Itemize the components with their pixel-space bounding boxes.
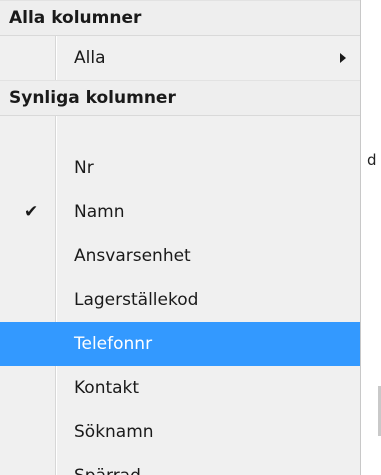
menu-item-soknamn[interactable]: Söknamn [0, 410, 360, 454]
checkmark-icon: ✔ [24, 202, 39, 222]
menu-item-lagerstallekod[interactable]: Lagerställekod [0, 278, 360, 322]
menu-item-label: Söknamn [74, 422, 154, 442]
menu-item-label: Ansvarsenhet [74, 246, 191, 266]
menu-item-telefonnr[interactable]: Telefonnr [0, 322, 360, 366]
section-header-visible-columns: Synliga kolumner [0, 80, 360, 116]
submenu-arrow-icon [340, 53, 346, 63]
menu-item-kontakt[interactable]: Kontakt [0, 366, 360, 410]
menu-item-label: Spärrad [74, 454, 141, 475]
menu-item-label: Telefonnr [74, 334, 153, 354]
menu-item-ansvarsenhet[interactable]: Ansvarsenhet [0, 234, 360, 278]
menu-item-label: Alla [74, 48, 106, 68]
section-header-all-columns: Alla kolumner [0, 0, 360, 36]
menu-item-sparrad[interactable]: Spärrad [0, 454, 360, 475]
menu-item-label: Lagerställekod [74, 290, 199, 310]
menu-item-label: Kontakt [74, 378, 140, 398]
menu-item-nr[interactable]: Nr [0, 146, 360, 190]
menu-item-namn[interactable]: ✔ Namn [0, 190, 360, 234]
menu-item-label: Namn [74, 202, 125, 222]
menu-item-all[interactable]: Alla [0, 36, 360, 80]
background-text-fragment: d [367, 151, 377, 169]
column-chooser-menu: Alla kolumner Alla Synliga kolumner Nr ✔… [0, 0, 361, 475]
menu-item-label: Nr [74, 158, 94, 178]
